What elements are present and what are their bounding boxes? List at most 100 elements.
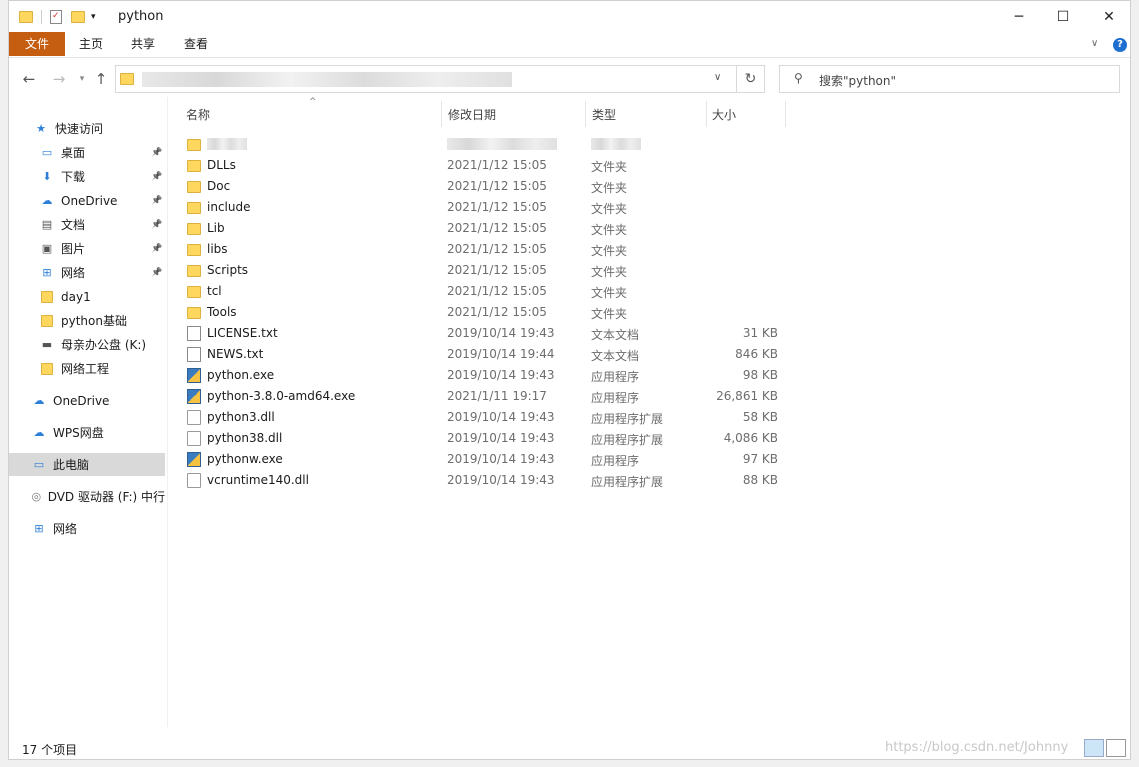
sidebar-item[interactable]: ▣ 图片 📌 xyxy=(9,237,165,260)
file-size: 88 KB xyxy=(742,473,778,487)
column-header-name[interactable]: 名称 xyxy=(186,97,210,131)
file-type: 文件夹 xyxy=(591,286,628,300)
table-row[interactable]: NEWS.txt 2019/10/14 19:44 文本文档 846 KB xyxy=(179,344,790,365)
new-folder-icon[interactable] xyxy=(71,11,85,23)
sidebar-item[interactable]: ▭ 此电脑 xyxy=(9,453,165,476)
sidebar-item-label: 母亲办公盘 (K:) xyxy=(61,338,147,352)
table-row[interactable]: Tools 2021/1/12 15:05 文件夹 xyxy=(179,302,790,323)
sidebar-item[interactable]: day1 xyxy=(9,285,165,308)
ribbon: 文件 主页 共享 查看 ∨ ? xyxy=(9,32,1130,58)
table-row[interactable]: python3.dll 2019/10/14 19:43 应用程序扩展 58 KB xyxy=(179,407,790,428)
sidebar-item[interactable]: ★ 快速访问 xyxy=(9,117,165,140)
sidebar-item[interactable]: ⊞ 网络 xyxy=(9,517,165,540)
help-icon[interactable]: ? xyxy=(1113,38,1127,52)
sidebar-item[interactable]: ▭ 桌面 📌 xyxy=(9,141,165,164)
column-header-size[interactable]: 大小 xyxy=(712,97,736,131)
file-name: python.exe xyxy=(207,368,275,382)
tab-view[interactable]: 查看 xyxy=(176,32,216,56)
folder-icon xyxy=(187,244,201,256)
table-row[interactable]: python-3.8.0-amd64.exe 2021/1/11 19:17 应用程… xyxy=(179,386,790,407)
file-name: python38.dll xyxy=(207,431,283,445)
close-button[interactable]: ✕ xyxy=(1086,1,1130,32)
table-row[interactable]: LICENSE.txt 2019/10/14 19:43 文本文档 31 KB xyxy=(179,323,790,344)
table-row[interactable]: pythonw.exe 2019/10/14 19:43 应用程序 97 KB xyxy=(179,449,790,470)
tab-file[interactable]: 文件 xyxy=(9,32,65,56)
file-name: NEWS.txt xyxy=(207,347,264,361)
pin-icon[interactable]: 📌 xyxy=(151,172,162,182)
column-header-type[interactable]: 类型 xyxy=(592,97,616,131)
sidebar-item[interactable]: python基础 xyxy=(9,309,165,332)
sidebar-item-label: OneDrive xyxy=(53,393,110,408)
navigation-bar: ← → ▾ ↑ ∨ ↻ ⚲ 搜索"python" xyxy=(9,61,1130,97)
folder-icon xyxy=(187,265,201,277)
network-icon: ⊞ xyxy=(42,266,52,279)
sidebar-item[interactable]: 网络工程 xyxy=(9,357,165,380)
file-date: 2019/10/14 19:43 xyxy=(447,431,555,445)
file-type: 文件夹 xyxy=(591,223,628,237)
file-type: 文本文档 xyxy=(591,328,640,342)
column-divider[interactable] xyxy=(441,101,442,127)
address-dropdown-icon[interactable]: ∨ xyxy=(714,72,721,83)
customize-dropdown-icon[interactable]: ▾ xyxy=(91,12,96,22)
file-date: 2021/1/12 15:05 xyxy=(447,221,547,235)
address-bar[interactable]: ∨ xyxy=(115,65,737,93)
table-row-redacted[interactable] xyxy=(179,134,790,155)
file-date: 2021/1/12 15:05 xyxy=(447,305,547,319)
back-button[interactable]: ← xyxy=(19,69,39,89)
table-row[interactable]: libs 2021/1/12 15:05 文件夹 xyxy=(179,239,790,260)
column-header-date[interactable]: 修改日期 xyxy=(448,97,496,131)
file-size: 31 KB xyxy=(742,326,778,340)
tab-share[interactable]: 共享 xyxy=(123,32,163,56)
pin-icon[interactable]: 📌 xyxy=(151,268,162,278)
up-button[interactable]: ↑ xyxy=(91,69,111,89)
desktop-icon: ▭ xyxy=(41,146,53,159)
file-size: 846 KB xyxy=(735,347,778,361)
sidebar-item[interactable]: ⊞ 网络 📌 xyxy=(9,261,165,284)
sidebar-item[interactable]: ☁ OneDrive 📌 xyxy=(9,189,165,212)
details-view-button[interactable] xyxy=(1084,739,1104,757)
file-size: 58 KB xyxy=(742,410,778,424)
file-size: 26,861 KB xyxy=(716,389,778,403)
table-row[interactable]: include 2021/1/12 15:05 文件夹 xyxy=(179,197,790,218)
sidebar-item-label: 桌面 xyxy=(61,146,86,160)
folder-icon[interactable] xyxy=(19,11,33,23)
sidebar-item[interactable]: ⬇ 下载 📌 xyxy=(9,165,165,188)
table-row[interactable]: python.exe 2019/10/14 19:43 应用程序 98 KB xyxy=(179,365,790,386)
pin-icon[interactable]: 📌 xyxy=(151,244,162,254)
sidebar-item[interactable]: ☁ WPS网盘 xyxy=(9,421,165,444)
file-type: 应用程序扩展 xyxy=(591,475,664,489)
column-divider[interactable] xyxy=(585,101,586,127)
table-row[interactable]: vcruntime140.dll 2019/10/14 19:43 应用程序扩展 88… xyxy=(179,470,790,491)
table-row[interactable]: Scripts 2021/1/12 15:05 文件夹 xyxy=(179,260,790,281)
forward-button[interactable]: → xyxy=(49,69,69,89)
refresh-button[interactable]: ↻ xyxy=(737,65,765,93)
table-row[interactable]: Doc 2021/1/12 15:05 文件夹 xyxy=(179,176,790,197)
tab-home[interactable]: 主页 xyxy=(71,32,111,56)
pin-icon[interactable]: 📌 xyxy=(151,196,162,206)
sidebar-item-label: 网络 xyxy=(61,266,86,280)
properties-icon[interactable]: ✓ xyxy=(50,10,62,24)
folder-icon xyxy=(120,73,134,85)
table-row[interactable]: Lib 2021/1/12 15:05 文件夹 xyxy=(179,218,790,239)
search-box[interactable]: ⚲ 搜索"python" xyxy=(779,65,1120,93)
table-row[interactable]: DLLs 2021/1/12 15:05 文件夹 xyxy=(179,155,790,176)
file-type: 文件夹 xyxy=(591,307,628,321)
large-icons-view-button[interactable] xyxy=(1106,739,1126,757)
file-date: 2021/1/12 15:05 xyxy=(447,179,547,193)
column-divider[interactable] xyxy=(785,101,786,127)
table-row[interactable]: tcl 2021/1/12 15:05 文件夹 xyxy=(179,281,790,302)
minimize-button[interactable]: ─ xyxy=(996,1,1042,32)
sidebar-item[interactable]: ◎ DVD 驱动器 (F:) 中行 xyxy=(9,485,165,508)
sidebar-item[interactable]: ☁ OneDrive xyxy=(9,389,165,412)
maximize-button[interactable]: ☐ xyxy=(1040,1,1086,32)
exe-file-icon xyxy=(187,452,201,467)
pin-icon[interactable]: 📌 xyxy=(151,148,162,158)
expand-ribbon-icon[interactable]: ∨ xyxy=(1091,38,1098,49)
sidebar-item[interactable]: ▬ 母亲办公盘 (K:) xyxy=(9,333,165,356)
sidebar-item[interactable]: ▤ 文档 📌 xyxy=(9,213,165,236)
dll-file-icon xyxy=(187,473,201,488)
recent-locations-icon[interactable]: ▾ xyxy=(72,69,92,89)
pin-icon[interactable]: 📌 xyxy=(151,220,162,230)
column-divider[interactable] xyxy=(706,101,707,127)
table-row[interactable]: python38.dll 2019/10/14 19:43 应用程序扩展 4,086 … xyxy=(179,428,790,449)
